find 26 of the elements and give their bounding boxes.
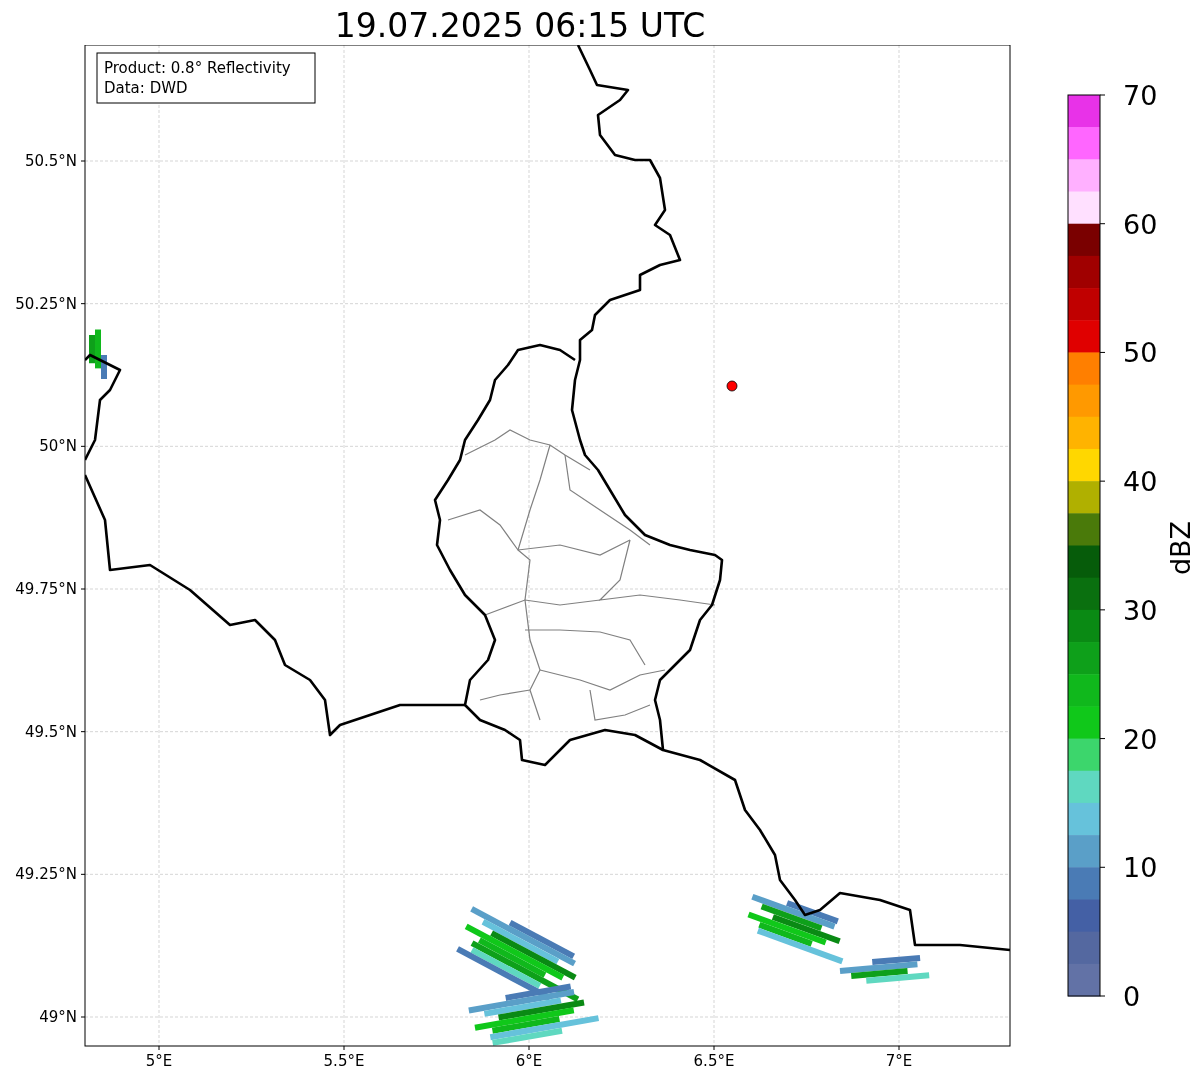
radar-echo xyxy=(89,329,107,379)
tick-label: 20 xyxy=(1123,723,1158,755)
tick-label: 5°E xyxy=(145,1052,173,1070)
info-text: Product: 0.8° Reflectivity xyxy=(104,59,291,77)
chart-title: 19.07.2025 06:15 UTC xyxy=(334,5,706,42)
tick-label: 5.5°E xyxy=(323,1052,365,1070)
tick-label: 6.5°E xyxy=(693,1052,735,1070)
tick-label: 70 xyxy=(1123,80,1158,111)
tick-label: 50°N xyxy=(39,437,77,456)
tick-label: 50.5°N xyxy=(24,152,77,170)
tick-label: 49.5°N xyxy=(24,722,77,741)
tick-label: 49.25°N xyxy=(15,865,77,884)
tick-label: 40 xyxy=(1123,466,1158,498)
colorbar-label: dBZ xyxy=(1165,520,1196,576)
tick-label: 50 xyxy=(1123,337,1158,369)
tick-label: 60 xyxy=(1123,208,1158,240)
tick-label: 49.75°N xyxy=(15,580,77,598)
location-marker xyxy=(726,380,738,392)
tick-label: 49°N xyxy=(39,1008,77,1026)
tick-label: 50.25°N xyxy=(15,294,77,313)
tick-label: 0 xyxy=(1123,981,1141,1012)
tick-label: 7°E xyxy=(885,1052,913,1070)
tick-label: 6°E xyxy=(515,1052,543,1070)
info-text: Data: DWD xyxy=(104,79,188,97)
tick-label: 10 xyxy=(1123,852,1158,884)
tick-label: 30 xyxy=(1123,594,1158,626)
